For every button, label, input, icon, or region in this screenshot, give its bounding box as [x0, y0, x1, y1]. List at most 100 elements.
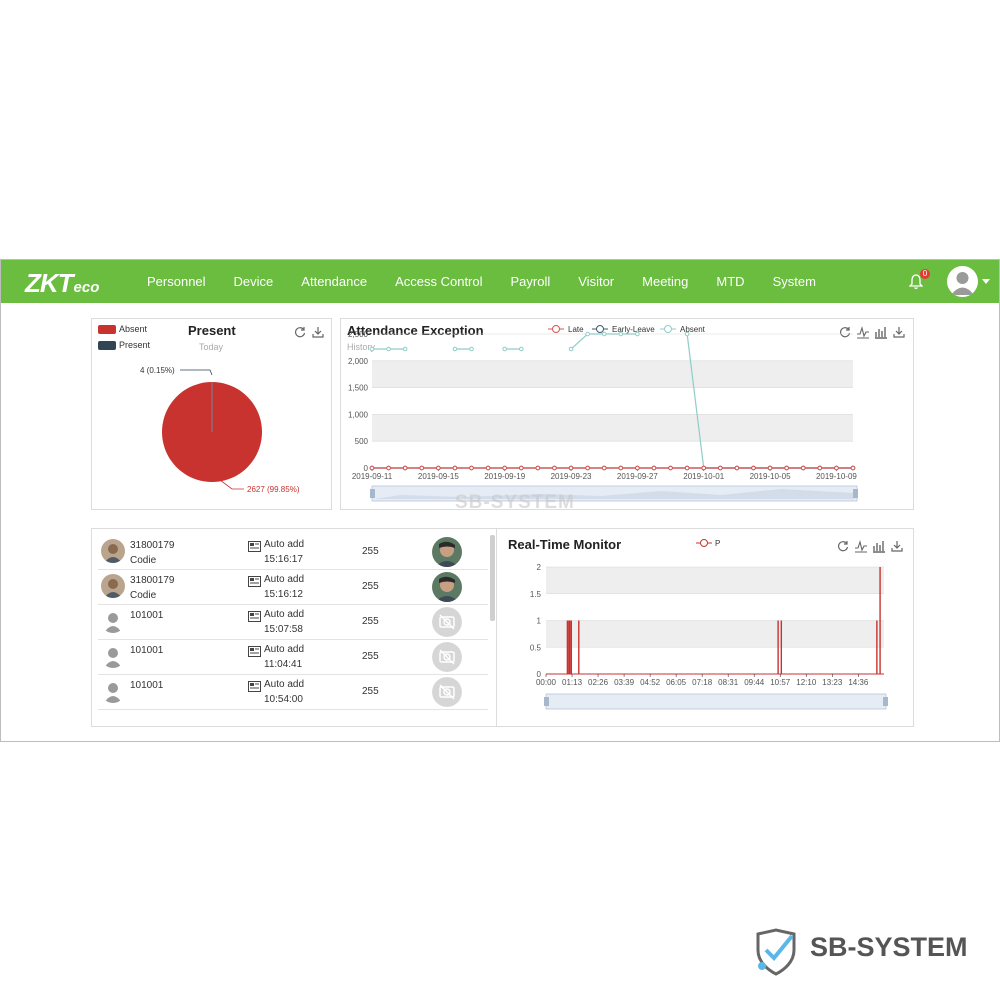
- zoom-handle-right[interactable]: [883, 697, 888, 706]
- zkteco-logo[interactable]: ZKTeco: [25, 268, 99, 298]
- data-point-late[interactable]: [800, 465, 806, 471]
- data-point-late[interactable]: [767, 465, 773, 471]
- data-point-late[interactable]: [751, 465, 756, 471]
- device-icon: [248, 539, 261, 552]
- grid-band: [546, 620, 884, 648]
- y-tick-label: 500: [355, 437, 369, 446]
- data-point-late[interactable]: [834, 465, 839, 471]
- x-tick-label: 12:10: [796, 678, 817, 687]
- record-row[interactable]: 31800179 Codie Auto add 15:16:17 255: [98, 535, 488, 570]
- record-row[interactable]: 101001 Auto add 11:04:41 255: [98, 640, 488, 675]
- x-tick-label: 2019-09-15: [418, 472, 459, 481]
- zoom-handle-left[interactable]: [544, 697, 549, 706]
- nav-access-control[interactable]: Access Control: [381, 260, 496, 303]
- nav-device[interactable]: Device: [220, 260, 288, 303]
- record-pin: 101001: [130, 645, 164, 656]
- x-tick-label: 2019-09-19: [484, 472, 525, 481]
- record-row[interactable]: 101001 Auto add 10:54:00 255: [98, 675, 488, 710]
- data-point-late[interactable]: [502, 465, 507, 471]
- data-point-late[interactable]: [402, 465, 408, 471]
- data-point-absent[interactable]: [635, 331, 640, 337]
- attendance-exception-panel: Attendance Exception History Late Early-…: [340, 318, 914, 510]
- zoom-handle-right[interactable]: [853, 489, 858, 498]
- data-point-late[interactable]: [485, 465, 491, 471]
- record-name: Codie: [130, 555, 157, 566]
- data-point-absent[interactable]: [402, 346, 408, 352]
- data-point-late[interactable]: [718, 465, 723, 471]
- data-point-late[interactable]: [817, 465, 823, 471]
- chevron-down-icon[interactable]: [982, 279, 990, 284]
- x-tick-label: 04:52: [640, 678, 661, 687]
- data-point-absent[interactable]: [386, 346, 391, 352]
- data-point-late[interactable]: [452, 465, 458, 471]
- record-event-code: 255: [362, 546, 379, 557]
- data-point-absent[interactable]: [369, 346, 375, 352]
- data-point-late[interactable]: [784, 465, 789, 471]
- data-point-absent[interactable]: [684, 331, 690, 337]
- data-point-late[interactable]: [734, 465, 740, 471]
- data-point-absent[interactable]: [469, 346, 474, 352]
- data-point-late[interactable]: [585, 465, 590, 471]
- data-point-absent[interactable]: [452, 346, 458, 352]
- attendance-exception-chart: 05001,0001,5002,0002,5002019-09-11 2019-0…: [348, 330, 858, 502]
- data-point-late[interactable]: [701, 465, 707, 471]
- data-point-absent[interactable]: [585, 331, 590, 337]
- data-point-absent[interactable]: [618, 331, 624, 337]
- data-point-late[interactable]: [369, 465, 375, 471]
- x-tick-label: 08:31: [718, 678, 739, 687]
- zoom-handle-left[interactable]: [370, 489, 375, 498]
- nav-system[interactable]: System: [759, 260, 830, 303]
- y-tick-label: 0.5: [530, 643, 542, 652]
- y-tick-label: 2,500: [348, 330, 369, 339]
- data-point-late[interactable]: [684, 465, 690, 471]
- record-verify-mode: Auto add: [264, 539, 305, 550]
- record-time: 11:04:41: [264, 659, 303, 670]
- top-navigation-bar: ZKTeco Personnel Device Attendance Acces…: [1, 260, 999, 303]
- data-point-late[interactable]: [635, 465, 640, 471]
- data-point-absent[interactable]: [518, 346, 524, 352]
- capture-photo[interactable]: [432, 572, 462, 602]
- no-photo-icon[interactable]: [432, 642, 462, 672]
- nav-personnel[interactable]: Personnel: [133, 260, 220, 303]
- data-point-late[interactable]: [419, 465, 425, 471]
- record-pin: 31800179: [130, 540, 175, 551]
- watermark-center-text: SB-SYSTEM: [455, 492, 575, 513]
- data-point-late[interactable]: [850, 465, 856, 471]
- record-row[interactable]: 31800179 Codie Auto add 15:16:12 255: [98, 570, 488, 605]
- x-tick-label: 09:44: [744, 678, 765, 687]
- record-verify-mode: Auto add: [264, 644, 305, 655]
- data-point-late[interactable]: [469, 465, 474, 471]
- no-photo-icon[interactable]: [432, 677, 462, 707]
- data-point-late[interactable]: [436, 465, 441, 471]
- x-tick-label: 2019-09-23: [551, 472, 592, 481]
- records-scrollbar[interactable]: [490, 535, 495, 621]
- data-point-late[interactable]: [568, 465, 574, 471]
- data-point-late[interactable]: [386, 465, 391, 471]
- device-icon: [248, 574, 261, 587]
- x-tick-label: 10:57: [770, 678, 791, 687]
- nav-visitor[interactable]: Visitor: [564, 260, 628, 303]
- nav-meeting[interactable]: Meeting: [628, 260, 702, 303]
- pie-label-present: 4 (0.15%): [140, 366, 175, 375]
- nav-payroll[interactable]: Payroll: [497, 260, 565, 303]
- data-point-absent[interactable]: [502, 346, 507, 352]
- data-point-absent[interactable]: [568, 346, 574, 352]
- data-point-late[interactable]: [535, 465, 541, 471]
- no-photo-icon[interactable]: [432, 607, 462, 637]
- grid-band: [372, 360, 853, 388]
- zoom-slider-track[interactable]: [545, 693, 887, 710]
- user-avatar-icon[interactable]: [947, 266, 978, 297]
- data-point-late[interactable]: [668, 465, 673, 471]
- data-point-late[interactable]: [518, 465, 524, 471]
- y-tick-label: 1,500: [348, 384, 369, 393]
- nav-attendance[interactable]: Attendance: [287, 260, 381, 303]
- data-point-late[interactable]: [552, 465, 557, 471]
- data-point-late[interactable]: [601, 465, 607, 471]
- capture-photo[interactable]: [432, 537, 462, 567]
- data-point-late[interactable]: [651, 465, 657, 471]
- record-row[interactable]: 101001 Auto add 15:07:58 255: [98, 605, 488, 640]
- record-event-code: 255: [362, 581, 379, 592]
- data-point-absent[interactable]: [601, 331, 607, 337]
- nav-mtd[interactable]: MTD: [702, 260, 758, 303]
- data-point-late[interactable]: [618, 465, 624, 471]
